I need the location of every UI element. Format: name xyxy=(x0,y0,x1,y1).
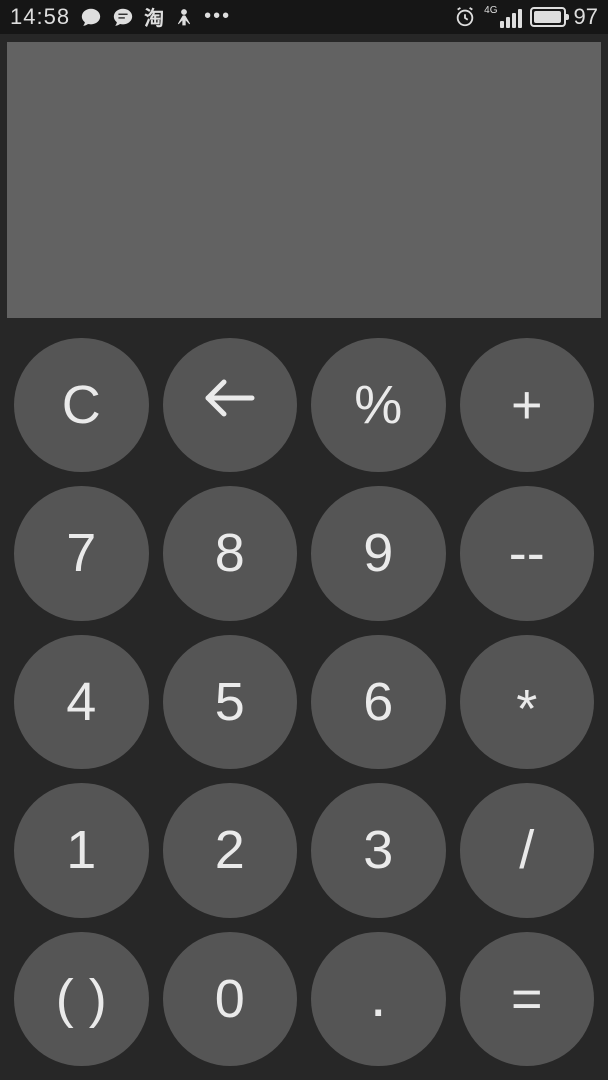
parentheses-button[interactable]: ( ) xyxy=(14,932,149,1067)
signal-bars xyxy=(500,8,522,28)
digit-1-button[interactable]: 1 xyxy=(14,783,149,918)
status-right: 4G 97 xyxy=(454,4,598,30)
battery-percent: 97 xyxy=(574,4,598,30)
keypad: C % + 7 8 9 -- 4 5 6 * 1 2 3 / ( ) 0 . = xyxy=(0,318,608,1080)
person-icon xyxy=(174,7,194,27)
plus-button[interactable]: + xyxy=(460,338,595,473)
equals-button[interactable]: = xyxy=(460,932,595,1067)
digit-0-button[interactable]: 0 xyxy=(163,932,298,1067)
tao-icon: 淘 xyxy=(144,2,164,31)
calculator-display xyxy=(7,42,601,318)
battery-fill xyxy=(534,11,561,23)
minus-button[interactable]: -- xyxy=(460,486,595,621)
multiply-button[interactable]: * xyxy=(460,635,595,770)
backspace-button[interactable] xyxy=(163,338,298,473)
status-bar: 14:58 淘 ••• 4G xyxy=(0,0,608,34)
alarm-icon xyxy=(454,6,476,28)
digit-4-button[interactable]: 4 xyxy=(14,635,149,770)
digit-5-button[interactable]: 5 xyxy=(163,635,298,770)
digit-9-button[interactable]: 9 xyxy=(311,486,446,621)
percent-button[interactable]: % xyxy=(311,338,446,473)
digit-8-button[interactable]: 8 xyxy=(163,486,298,621)
digit-6-button[interactable]: 6 xyxy=(311,635,446,770)
signal-icon: 4G xyxy=(484,6,521,28)
clear-button[interactable]: C xyxy=(14,338,149,473)
battery-icon xyxy=(530,7,566,27)
calculator-app: 14:58 淘 ••• 4G xyxy=(0,0,608,1080)
digit-3-button[interactable]: 3 xyxy=(311,783,446,918)
backspace-icon xyxy=(198,366,262,443)
chat-filled-icon xyxy=(80,6,102,28)
digit-2-button[interactable]: 2 xyxy=(163,783,298,918)
divide-button[interactable]: / xyxy=(460,783,595,918)
status-time: 14:58 xyxy=(10,4,70,30)
chat-lines-icon xyxy=(112,6,134,28)
network-gen-label: 4G xyxy=(484,6,497,16)
decimal-button[interactable]: . xyxy=(311,932,446,1067)
digit-7-button[interactable]: 7 xyxy=(14,486,149,621)
status-left: 14:58 淘 ••• xyxy=(10,2,231,31)
more-icon: ••• xyxy=(204,5,231,28)
